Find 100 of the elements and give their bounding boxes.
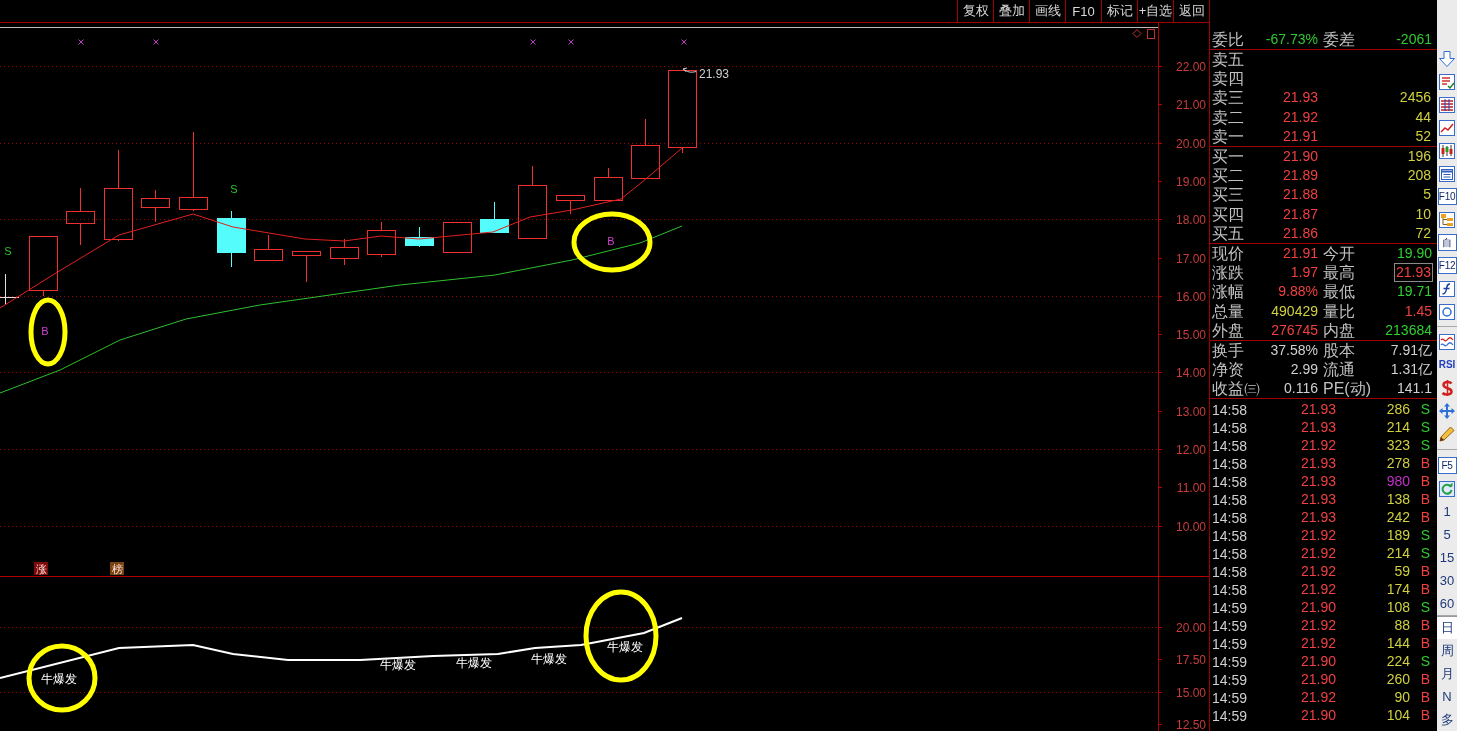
tick-volume: 138	[1386, 491, 1410, 509]
axis-label: 10.00	[1175, 519, 1206, 534]
function-key-button[interactable]: F10	[1437, 188, 1457, 205]
quote-label: 总量	[1212, 301, 1244, 321]
quote-value: 2.99	[1290, 361, 1318, 379]
candlestick	[0, 273, 20, 306]
indicator-label: 牛爆发	[380, 657, 416, 672]
axis-label: 15.00	[1175, 685, 1206, 700]
quote-label: 涨幅	[1212, 282, 1244, 302]
window-icon[interactable]	[1439, 165, 1455, 182]
tick-price: 21.93	[1300, 455, 1336, 473]
period-button[interactable]: 日	[1437, 616, 1457, 639]
tick-volume: 189	[1386, 527, 1410, 545]
tick-side: S	[1420, 527, 1430, 545]
down-arrow-icon[interactable]	[1439, 50, 1455, 67]
period-button[interactable]: 30	[1437, 569, 1457, 592]
axis-label: 17.00	[1175, 251, 1206, 266]
pencil-icon[interactable]	[1439, 425, 1455, 442]
tick-volume: 59	[1394, 563, 1410, 581]
period-button[interactable]: 月	[1437, 662, 1457, 685]
order-price: 21.90	[1282, 148, 1318, 166]
tick-time: 14:58	[1212, 491, 1248, 508]
tick-volume: 174	[1386, 581, 1410, 599]
square-icon[interactable]	[1147, 29, 1155, 39]
order-volume: 5	[1423, 186, 1431, 204]
quote-value: 276745	[1271, 321, 1318, 339]
function-key-button[interactable]: 自	[1437, 234, 1457, 251]
quote-value: 490429	[1271, 302, 1318, 320]
quote-value: 1.45	[1404, 302, 1432, 320]
quote-label: 净资	[1212, 360, 1244, 380]
tick-price: 21.92	[1300, 689, 1336, 707]
quote-label: 现价	[1212, 243, 1244, 263]
order-volume: 10	[1415, 205, 1431, 223]
order-level-label: 卖一	[1212, 126, 1245, 146]
order-price: 21.91	[1282, 127, 1318, 145]
tick-time: 14:59	[1212, 707, 1248, 724]
candlestick	[443, 222, 472, 253]
axis-label: 12.00	[1175, 442, 1206, 457]
dollar-icon[interactable]	[1439, 379, 1455, 396]
tick-volume: 980	[1386, 473, 1410, 491]
tick-side: B	[1420, 707, 1430, 725]
order-volume: 52	[1415, 127, 1431, 145]
circle-icon[interactable]	[1439, 303, 1455, 320]
function-key-button[interactable]: F5	[1437, 457, 1457, 474]
quote-label: 最低	[1323, 282, 1355, 302]
order-level-label: 买一	[1212, 147, 1245, 167]
order-volume: 44	[1415, 108, 1431, 126]
order-level-label: 买二	[1212, 166, 1245, 186]
candlestick	[217, 210, 246, 268]
refresh-icon[interactable]	[1439, 480, 1455, 497]
order-level-label: 买四	[1212, 204, 1245, 224]
period-button[interactable]: 多	[1437, 708, 1457, 731]
signal-label: S	[4, 245, 12, 257]
tick-price: 21.93	[1300, 401, 1336, 419]
tick-side: S	[1420, 401, 1430, 419]
indicator-button[interactable]: RSI	[1438, 359, 1456, 370]
function-icon[interactable]	[1439, 280, 1455, 297]
order-level-label: 卖四	[1212, 69, 1245, 89]
candlestick	[556, 195, 585, 215]
line-chart-icon[interactable]	[1439, 119, 1455, 136]
candlestick	[66, 187, 95, 246]
axis-label: 12.50	[1175, 717, 1206, 731]
period-button[interactable]: 1	[1437, 500, 1457, 523]
tick-volume: 90	[1394, 689, 1410, 707]
period-button[interactable]: 周	[1437, 639, 1457, 662]
price-label: 21.93	[699, 67, 730, 81]
quote-value: 1.97	[1290, 264, 1318, 282]
tick-side: B	[1420, 455, 1430, 473]
candlestick	[594, 167, 623, 201]
tick-side: B	[1420, 473, 1430, 491]
function-key-button[interactable]: F12	[1437, 257, 1457, 274]
quote-label: PE(动)	[1323, 379, 1371, 399]
tick-price: 21.90	[1300, 653, 1336, 671]
tick-volume: 242	[1386, 509, 1410, 527]
period-button[interactable]: 5	[1437, 523, 1457, 546]
order-volume: 72	[1415, 224, 1431, 242]
quote-label: 收益㈢	[1212, 379, 1260, 399]
candlestick	[631, 118, 660, 179]
period-button[interactable]: 60	[1437, 592, 1457, 615]
period-button[interactable]: 15	[1437, 546, 1457, 569]
cross-mark-icon	[78, 39, 84, 45]
period-button[interactable]: N	[1437, 685, 1457, 708]
tick-volume: 278	[1386, 455, 1410, 473]
cross-mark-icon	[530, 39, 536, 45]
order-volume: 208	[1407, 167, 1431, 185]
toolbar-button[interactable]: +自选	[1137, 0, 1173, 22]
order-price: 21.87	[1282, 205, 1318, 223]
checklist-icon[interactable]	[1439, 73, 1455, 90]
quote-value: -2061	[1396, 30, 1432, 48]
order-level-label: 卖二	[1212, 107, 1245, 127]
wave-chart-icon[interactable]	[1439, 333, 1455, 350]
tick-time: 14:58	[1212, 581, 1248, 598]
quote-label: 流通	[1323, 360, 1355, 380]
candlestick-chart-icon[interactable]	[1439, 142, 1455, 159]
quote-value: 37.58%	[1270, 341, 1318, 359]
tree-icon[interactable]	[1439, 211, 1455, 228]
tick-time: 14:58	[1212, 437, 1248, 454]
table-icon[interactable]	[1439, 96, 1455, 113]
signal-label: B	[41, 325, 49, 337]
move-icon[interactable]	[1439, 402, 1455, 419]
